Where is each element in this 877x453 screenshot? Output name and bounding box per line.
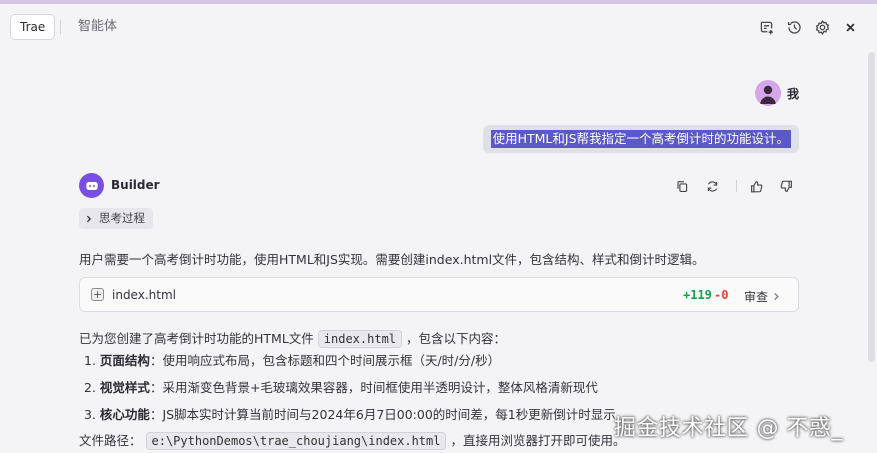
user-avatar [755,80,781,106]
tab-trae[interactable]: Trae [10,14,56,40]
thumbs-up-icon[interactable] [748,178,764,194]
retry-icon[interactable] [704,178,720,194]
file-path-line: 文件路径： e:\PythonDemos\trae_choujiang\inde… [79,430,626,450]
chevron-right-icon [86,215,92,222]
file-change-card[interactable]: + index.html +119 -0 审查 [79,277,799,312]
summary-prefix: 已为您创建了高考倒计时功能的HTML文件 [79,331,314,346]
expand-plus-icon[interactable]: + [91,288,104,301]
header-divider [60,20,61,34]
list-number: 2. [84,380,96,395]
user-name: 我 [787,87,800,101]
list-item-text: ：使用响应式布局，包含标题和四个时间展示框（天/时/分/秒） [149,353,501,368]
history-icon[interactable] [785,18,803,36]
user-message-bubble: 使用HTML和JS帮我指定一个高考倒计时的功能设计。 [482,125,799,153]
list-number: 1. [84,353,96,368]
list-item-text: ：JS脚本实时计算当前时间与2024年6月7日00:00的时间差，每1秒更新倒计… [149,407,616,422]
copy-icon[interactable] [674,178,690,194]
thinking-process-label: 思考过程 [99,211,145,225]
review-label: 审查 [744,290,769,304]
user-silhouette-icon [760,85,776,104]
summary-code-filename: index.html [317,330,403,348]
user-message-text: 使用HTML和JS帮我指定一个高考倒计时的功能设计。 [490,130,791,148]
thumbs-down-icon[interactable] [778,178,794,194]
bot-intro-text: 用户需要一个高考倒计时功能，使用HTML和JS实现。需要创建index.html… [79,252,705,267]
bot-avatar [79,173,104,198]
chat-scrollbar[interactable] [868,52,875,362]
file-deletions: -0 [714,288,729,302]
actions-divider [736,180,737,192]
summary-suffix: ，包含以下内容： [406,331,507,346]
robot-icon [85,181,98,190]
user-message-header: 我 [0,80,877,110]
tab-agent[interactable]: 智能体 [78,14,117,40]
bot-name: Builder [111,178,160,192]
list-item: 3. 核心功能：JS脚本实时计算当前时间与2024年6月7日00:00的时间差，… [84,404,616,423]
thinking-process-toggle[interactable]: 思考过程 [79,208,153,229]
list-item-title: 核心功能 [99,407,150,422]
gear-icon[interactable] [813,18,831,36]
review-button[interactable]: 审查 [744,288,781,305]
watermark-text: 掘金技术社区 @ 不惑_ [614,416,843,441]
new-chat-icon[interactable] [757,18,775,36]
path-code: e:\PythonDemos\trae_choujiang\index.html [145,432,447,450]
list-item: 2. 视觉样式：采用渐变色背景+毛玻璃效果容器，时间框使用半透明设计，整体风格清… [84,377,598,396]
list-item-text: ：采用渐变色背景+毛玻璃效果容器，时间框使用半透明设计，整体风格清新现代 [149,380,598,395]
close-icon[interactable] [841,18,859,36]
path-suffix: ，直接用浏览器打开即可使用。 [450,433,626,448]
file-name[interactable]: index.html [112,288,176,302]
list-item-title: 视觉样式 [99,380,150,395]
path-label: 文件路径： [79,433,142,448]
list-item-title: 页面结构 [99,353,150,368]
chat-header: Trae 智能体 [0,4,877,50]
list-number: 3. [84,407,96,422]
file-additions: +119 [683,288,712,302]
list-item: 1. 页面结构：使用响应式布局，包含标题和四个时间展示框（天/时/分/秒） [84,350,500,369]
bot-summary-line: 已为您创建了高考倒计时功能的HTML文件 index.html ，包含以下内容： [79,328,507,348]
chevron-right-icon [774,292,779,301]
